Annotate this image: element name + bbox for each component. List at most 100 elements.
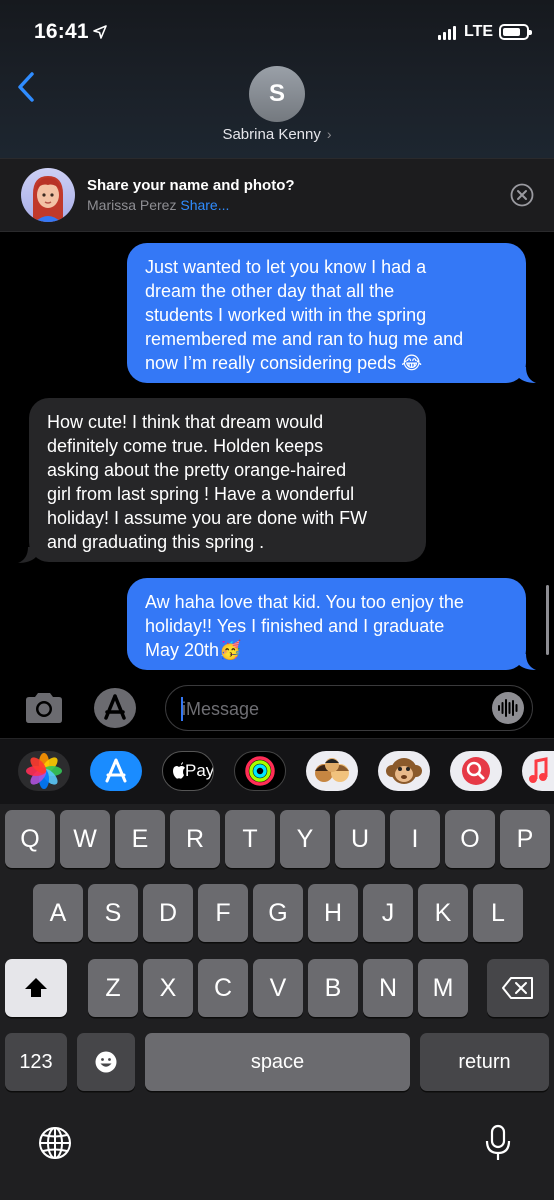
web-search-icon — [462, 757, 490, 785]
share-name-photo-banner: Share your name and photo? Marissa Perez… — [0, 158, 554, 232]
memoji-icon — [315, 758, 349, 782]
key-v[interactable]: V — [253, 959, 303, 1017]
location-arrow-icon — [93, 25, 107, 39]
photos-icon — [26, 753, 62, 789]
contact-avatar[interactable]: S — [249, 66, 305, 122]
key-j[interactable]: J — [363, 884, 413, 942]
web-search-app-button[interactable] — [450, 751, 502, 791]
contact-initial: S — [268, 80, 285, 107]
key-b[interactable]: B — [308, 959, 358, 1017]
scroll-indicator[interactable] — [546, 585, 549, 655]
contact-name: Sabrina Kenny — [222, 126, 321, 143]
shift-key[interactable] — [5, 959, 67, 1017]
activity-app-button[interactable] — [234, 751, 286, 791]
imessage-input-container[interactable] — [165, 685, 533, 731]
apple-pay-label: Pay — [185, 761, 214, 780]
network-type: LTE — [464, 23, 494, 40]
numbers-key[interactable]: 123 — [5, 1033, 67, 1091]
share-link[interactable]: Share... — [180, 197, 229, 213]
key-u[interactable]: U — [335, 810, 385, 868]
waveform-icon — [498, 699, 518, 717]
music-icon — [529, 757, 548, 783]
backspace-icon — [502, 977, 533, 999]
message-bubble-incoming[interactable]: How cute! I think that dream would defin… — [29, 398, 426, 562]
audio-message-button[interactable] — [492, 692, 524, 724]
music-app-button[interactable] — [522, 751, 554, 791]
key-w[interactable]: W — [60, 810, 110, 868]
status-time: 16:41 — [34, 20, 89, 43]
app-store-icon — [105, 758, 127, 783]
key-y[interactable]: Y — [280, 810, 330, 868]
share-banner-title: Share your name and photo? — [87, 177, 295, 194]
globe-icon[interactable] — [37, 1125, 73, 1161]
key-c[interactable]: C — [198, 959, 248, 1017]
share-banner-name: Marissa Perez — [87, 197, 177, 213]
battery-icon — [499, 24, 532, 40]
key-z[interactable]: Z — [88, 959, 138, 1017]
emoji-key[interactable] — [77, 1033, 135, 1091]
key-l[interactable]: L — [473, 884, 523, 942]
key-k[interactable]: K — [418, 884, 468, 942]
key-q[interactable]: Q — [5, 810, 55, 868]
memoji-app-button[interactable] — [306, 751, 358, 791]
app-store-icon — [104, 694, 126, 720]
message-line: holiday!! Yes I finished and I graduate — [145, 616, 445, 636]
imessage-input[interactable] — [182, 696, 472, 722]
memoji-avatar — [21, 168, 75, 222]
app-store-app-button[interactable] — [90, 751, 142, 791]
key-e[interactable]: E — [115, 810, 165, 868]
message-line: Aw haha love that kid. You too enjoy the — [145, 592, 464, 612]
delete-key[interactable] — [487, 959, 549, 1017]
conversation-header: 16:41 LTE S Sabrina Kenny › — [0, 0, 554, 158]
message-line: dream the other day that all the — [145, 281, 395, 301]
key-f[interactable]: F — [198, 884, 248, 942]
key-h[interactable]: H — [308, 884, 358, 942]
chevron-right-icon: › — [326, 126, 332, 142]
dictation-microphone-icon[interactable] — [483, 1123, 513, 1163]
contact-name-button[interactable]: Sabrina Kenny › — [0, 126, 554, 143]
key-s[interactable]: S — [88, 884, 138, 942]
photos-app-button[interactable] — [18, 751, 70, 791]
message-line: definitely come true. Holden keeps — [47, 436, 324, 456]
space-key[interactable]: space — [145, 1033, 410, 1091]
keyboard: Q W E R T Y U I O P A S D F G H J K L Z … — [0, 804, 554, 1200]
close-circle-icon[interactable] — [510, 183, 534, 207]
key-p[interactable]: P — [500, 810, 550, 868]
key-o[interactable]: O — [445, 810, 495, 868]
message-line: remembered me and ran to hug me and — [145, 329, 464, 349]
message-bubble-outgoing[interactable]: Aw haha love that kid. You too enjoy the… — [127, 578, 526, 670]
key-n[interactable]: N — [363, 959, 413, 1017]
return-key[interactable]: return — [420, 1033, 549, 1091]
bubble-tail — [518, 654, 536, 670]
animoji-monkey-icon — [386, 758, 422, 784]
message-line: students I worked with in the spring — [145, 305, 427, 325]
app-drawer: Pay — [0, 738, 554, 804]
key-g[interactable]: G — [253, 884, 303, 942]
message-line: holiday! I assume you are done with FW — [47, 508, 368, 528]
app-store-compose-button[interactable] — [94, 688, 136, 728]
message-line: May 20th🥳 — [145, 640, 242, 660]
shift-arrow-icon — [25, 978, 47, 997]
back-chevron-icon[interactable] — [14, 70, 38, 104]
message-line: and graduating this spring . — [47, 532, 265, 552]
message-line: now I’m really considering peds 😂 — [145, 353, 423, 373]
activity-icon — [245, 756, 275, 786]
bubble-tail — [518, 367, 536, 383]
key-a[interactable]: A — [33, 884, 83, 942]
bubble-tail — [18, 547, 36, 563]
key-t[interactable]: T — [225, 810, 275, 868]
apple-pay-app-button[interactable]: Pay — [162, 751, 214, 791]
key-i[interactable]: I — [390, 810, 440, 868]
key-r[interactable]: R — [170, 810, 220, 868]
emoji-icon — [95, 1051, 117, 1073]
status-bar: 16:41 LTE — [0, 0, 554, 60]
cellular-signal-icon — [438, 26, 458, 40]
key-x[interactable]: X — [143, 959, 193, 1017]
message-line: girl from last spring ! Have a wonderful — [47, 484, 355, 504]
message-line: How cute! I think that dream would — [47, 412, 324, 432]
camera-icon[interactable] — [22, 688, 66, 728]
key-d[interactable]: D — [143, 884, 193, 942]
key-m[interactable]: M — [418, 959, 468, 1017]
animoji-app-button[interactable] — [378, 751, 430, 791]
message-bubble-outgoing[interactable]: Just wanted to let you know I had a drea… — [127, 243, 526, 383]
